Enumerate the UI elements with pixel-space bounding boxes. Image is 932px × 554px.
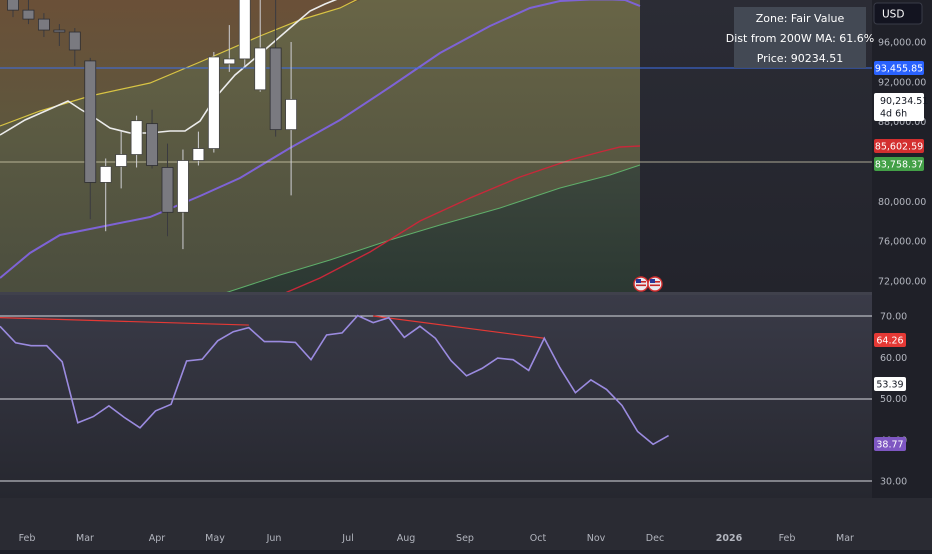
candle-up [207,56,220,149]
time-tick-label: 2026 [716,533,743,544]
chart-svg: 96,000.0092,000.0088,000.0080,000.0076,0… [0,0,932,550]
time-tick-label: May [205,533,225,544]
tag-current-price-text: 90,234.51 [880,96,928,107]
time-tick-label: Aug [397,533,416,544]
tag-rsi-mid-text: 53.39 [876,380,903,391]
candle-down [7,0,19,11]
tag-rsi-value: 38.77 [874,437,906,451]
candle-up [130,120,143,155]
candle-down [22,9,35,20]
us-flag-icon[interactable] [633,276,649,292]
zone-info-box: Zone: Fair Value Dist from 200W MA: 61.6… [726,7,875,68]
candle-up [99,166,112,183]
info-distance-text: Dist from 200W MA: 61.6% [726,32,875,45]
candle-up [238,0,251,60]
price-tick-label: 72,000.00 [878,277,926,288]
candle-down [68,31,81,51]
candle-up [177,160,189,213]
currency-button-label: USD [882,9,904,21]
candle-up [223,58,236,65]
price-tick-label: 96,000.00 [878,38,926,49]
tag-red-ma: 85,602.59 [874,139,924,153]
info-price-text: Price: 90234.51 [757,52,844,65]
tag-current-price: 90,234.51 4d 6h [874,93,928,121]
price-tick-label: 76,000.00 [878,237,926,248]
rsi-tick-label: 60.00 [880,353,907,364]
rsi-tick-label: 70.00 [880,312,907,323]
time-tick-label: Mar [836,533,854,544]
rsi-tick-label: 30.00 [880,477,907,488]
tag-rsi-mid: 53.39 [874,377,906,391]
tag-countdown-text: 4d 6h [880,109,907,120]
tag-horizontal-level-text: 93,455.85 [875,64,923,75]
candle-up [192,148,205,161]
candle-up [115,154,128,167]
tag-rsi-value-text: 38.77 [876,440,903,451]
tag-horizontal-level: 93,455.85 [874,61,924,75]
currency-button[interactable]: USD [873,2,923,25]
chart-root: 96,000.00 92,000.00 88,000.00 80,000.00 76,0… [0,0,932,550]
time-tick-label: Oct [530,533,547,544]
time-tick-label: Mar [76,533,94,544]
pane-separator[interactable] [0,292,872,295]
candle-down [53,29,66,33]
candle-down [269,47,282,131]
time-tick-label: Jul [341,533,353,544]
tag-green-ma-text: 83,758.37 [875,160,923,171]
price-tick-label: 92,000.00 [878,77,926,88]
candle-up [254,47,267,91]
tag-red-ma-text: 85,602.59 [875,142,923,153]
tag-green-ma: 83,758.37 [874,157,924,171]
tag-rsi-red-text: 64.26 [876,336,903,347]
candle-down [161,167,174,213]
time-tick-label: Apr [149,533,166,544]
rsi-tick-label: 50.00 [880,394,907,405]
us-flag-icon[interactable] [647,276,663,292]
time-tick-label: Dec [646,533,664,544]
candle-down [84,60,97,183]
candle-down [38,18,50,31]
time-tick-label: Sep [456,533,474,544]
time-tick-label: Jun [266,533,282,544]
candle-down [146,123,158,166]
time-tick-label: Feb [19,533,36,544]
tag-rsi-red: 64.26 [874,333,906,347]
price-tick-label: 80,000.00 [878,197,926,208]
time-tick-label: Feb [779,533,796,544]
info-zone-text: Zone: Fair Value [756,12,845,25]
time-tick-label: Nov [587,533,606,544]
candle-up [285,99,298,131]
